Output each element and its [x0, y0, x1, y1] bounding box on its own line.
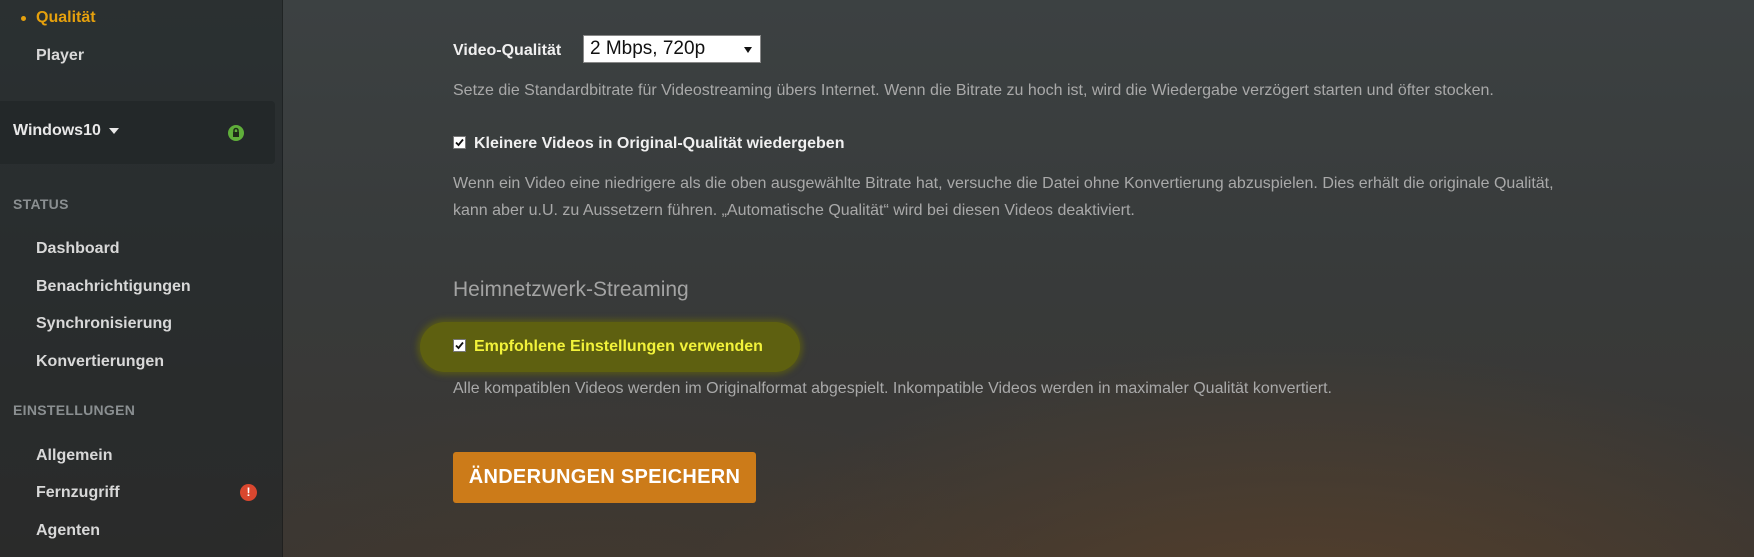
- sidebar-item-synchronisierung[interactable]: Synchronisierung: [36, 315, 172, 333]
- sidebar-item-agenten[interactable]: Agenten: [36, 522, 100, 540]
- server-name[interactable]: Windows10: [13, 122, 119, 140]
- section-header-einstellungen: EINSTELLUNGEN: [13, 402, 136, 418]
- video-quality-select[interactable]: 2 Mbps, 720p: [583, 35, 761, 63]
- recommended-settings-checkbox[interactable]: [453, 339, 466, 352]
- save-changes-button[interactable]: ÄNDERUNGEN SPEICHERN: [453, 452, 756, 503]
- sidebar-item-dashboard[interactable]: Dashboard: [36, 240, 120, 258]
- sidebar-item-player[interactable]: Player: [36, 47, 84, 65]
- smaller-videos-checkbox[interactable]: [453, 136, 466, 149]
- sidebar-item-benachrichtigungen[interactable]: Benachrichtigungen: [36, 278, 191, 296]
- video-quality-description: Setze die Standardbitrate für Videostrea…: [453, 82, 1494, 99]
- section-header-status: STATUS: [13, 196, 69, 212]
- smaller-videos-description-line1: Wenn ein Video eine niedrigere als die o…: [453, 175, 1554, 192]
- alert-icon: !: [240, 484, 257, 501]
- sidebar-item-qualitaet[interactable]: Qualität: [36, 9, 96, 27]
- active-bullet: [21, 16, 26, 21]
- video-quality-selected-value: 2 Mbps, 720p: [590, 38, 706, 59]
- recommended-settings-label[interactable]: Empfohlene Einstellungen verwenden: [474, 338, 763, 356]
- home-streaming-title: Heimnetzwerk-Streaming: [453, 278, 689, 301]
- server-selector[interactable]: Windows10: [0, 101, 275, 164]
- server-name-label: Windows10: [13, 122, 101, 139]
- caret-down-icon: [108, 127, 119, 134]
- smaller-videos-label[interactable]: Kleinere Videos in Original-Qualität wie…: [474, 135, 844, 153]
- sidebar-item-fernzugriff[interactable]: Fernzugriff: [36, 484, 120, 502]
- lock-icon: [228, 125, 244, 141]
- video-quality-label: Video-Qualität: [453, 42, 562, 59]
- home-streaming-description: Alle kompatiblen Videos werden im Origin…: [453, 380, 1332, 397]
- sidebar-item-allgemein[interactable]: Allgemein: [36, 447, 112, 465]
- smaller-videos-description-line2: kann aber u.U. zu Aussetzern führen. „Au…: [453, 202, 1135, 219]
- dropdown-arrow-icon: [744, 47, 752, 53]
- sidebar: Qualität Player Windows10 STATUS Dashboa…: [0, 0, 283, 557]
- sidebar-item-konvertierungen[interactable]: Konvertierungen: [36, 353, 164, 371]
